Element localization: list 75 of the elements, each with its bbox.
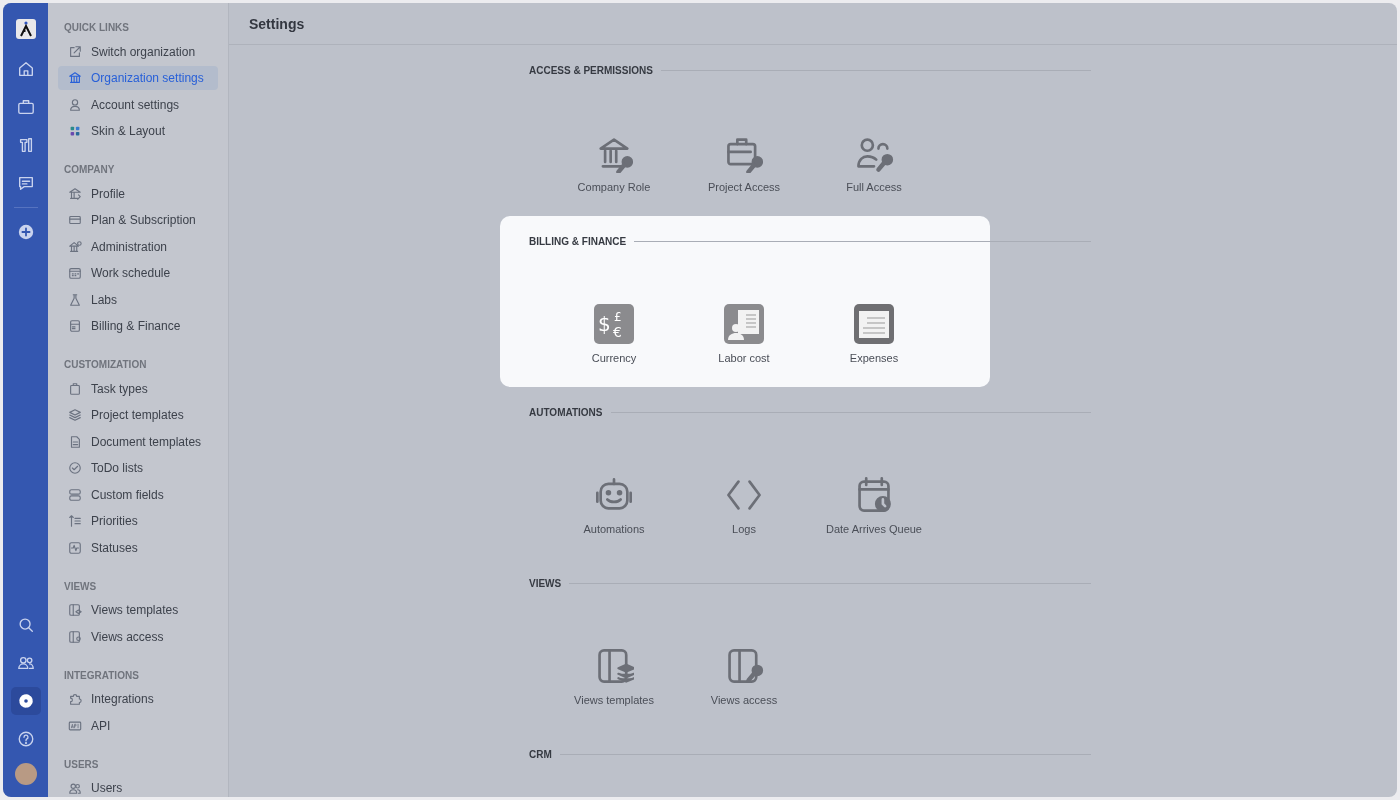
settings-tile[interactable]: Views templates [549,646,679,706]
settings-tile[interactable]: Full Access [809,133,939,193]
home-icon [16,60,35,78]
sidebar-section-heading: VIEWS [63,579,98,594]
sidebar-item[interactable]: Document templates [58,429,218,454]
layers-icon [68,408,82,422]
labor-cost-tile-icon [724,304,764,344]
sidebar-item[interactable]: Billing & Finance [58,314,218,338]
dots-icon [68,124,82,138]
settings-tile[interactable]: Expenses [809,304,939,364]
clipboard-icon [68,381,82,396]
sidebar-item[interactable]: Priorities [58,509,218,533]
section-heading: BILLING & FINANCE [529,236,627,247]
external-link-icon [68,44,82,59]
help-icon [16,730,35,748]
users-icon [68,781,82,795]
user-avatar[interactable] [14,763,37,785]
sidebar-item[interactable]: Project templates [58,403,218,427]
sidebar-item[interactable]: Views templates [58,598,218,622]
sidebar-section-heading: INTEGRATIONS [63,668,140,683]
panel-layers-icon [68,603,82,617]
sidebar-section-heading: CUSTOMIZATION [63,358,148,372]
fields-icon [68,487,82,502]
calendar-icon [68,266,82,280]
sidebar-item[interactable]: Integrations [58,687,218,711]
settings-tile[interactable]: Date Arrives Queue [809,475,939,535]
sidebar-item[interactable]: Work schedule [58,261,218,285]
flask-icon [68,292,82,307]
sidebar-item[interactable]: API [58,713,218,738]
sidebar-item[interactable]: Statuses [58,535,218,560]
settings-tile[interactable]: Logs [679,475,809,535]
settings-tile[interactable]: Labor cost [679,304,809,364]
settings-tile[interactable]: Company Role [549,133,679,193]
section-heading: AUTOMATIONS [529,407,603,418]
check-circle-icon [68,461,82,475]
sidebar-section-heading: USERS [63,757,100,772]
page-title: Settings [249,15,305,32]
sidebar-item[interactable]: ToDo lists [58,456,218,480]
panel-key-icon [68,629,82,644]
user-icon [68,97,82,112]
status-icon [68,540,82,555]
sidebar-item[interactable]: Users [58,776,218,797]
sidebar-item[interactable]: Plan & Subscription [58,208,218,232]
section-heading: ACCESS & PERMISSIONS [529,65,653,76]
sidebar-section-heading: COMPANY [63,163,116,177]
section-heading: CRM [529,749,552,760]
currency-symbol: $ [598,312,611,336]
app-logo-icon[interactable] [15,19,36,39]
sidebar-item[interactable]: Switch organization [58,39,218,64]
receipt-icon [68,319,82,333]
sidebar-item[interactable]: Administration [58,234,218,259]
priority-list-icon [68,514,82,528]
chat-icon [16,174,35,192]
document-icon [68,434,82,449]
sidebar-section-heading: QUICK LINKS [63,21,130,35]
sidebar-item[interactable]: Account settings [58,92,218,117]
currency-symbol: £ [614,310,622,324]
settings-tile[interactable]: Automations [549,475,679,535]
sidebar-item[interactable]: Profile [58,181,218,206]
puzzle-icon [68,692,82,706]
settings-tile[interactable]: Views access [679,646,809,706]
sidebar-item[interactable]: Skin & Layout [58,119,218,143]
api-icon [68,718,82,733]
users-icon [16,654,35,672]
sidebar-item[interactable]: Task types [58,376,218,401]
sidebar-item[interactable]: Custom fields [58,482,218,507]
plus-circle-icon [16,223,35,241]
settings-tile[interactable]: Project Access [679,133,809,193]
card-icon [68,213,82,227]
sidebar-item[interactable]: Labs [58,287,218,312]
briefcase-icon [16,98,35,116]
currency-symbol: € [613,324,622,340]
expenses-tile-icon [854,304,894,344]
section-heading: VIEWS [529,578,562,589]
sidebar-item[interactable]: Views access [58,624,218,649]
